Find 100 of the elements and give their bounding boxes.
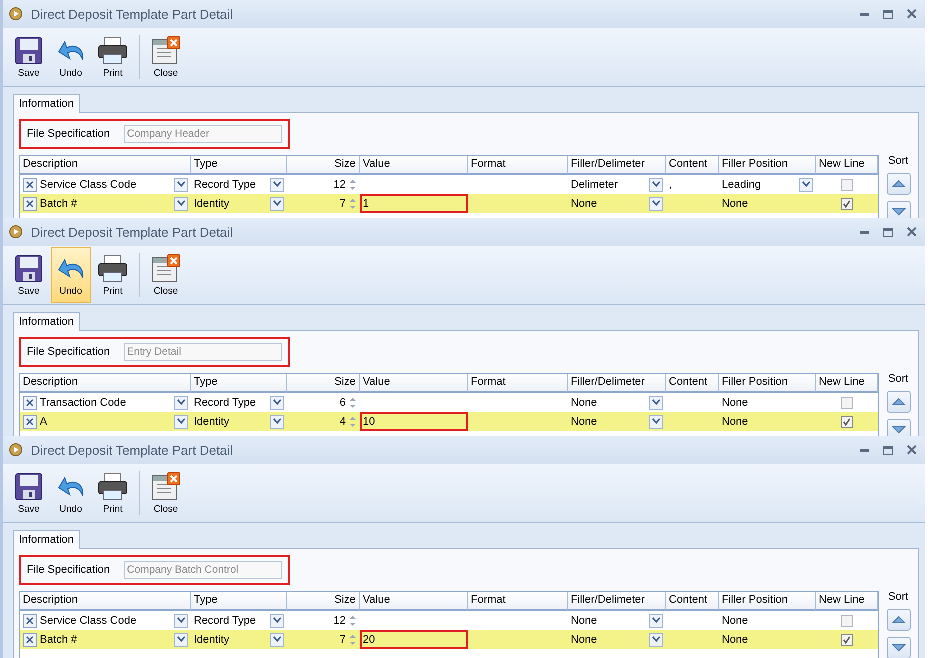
dropdown-button[interactable] (270, 196, 284, 210)
column-header[interactable]: Content (666, 156, 719, 175)
undo-button[interactable]: Undo (51, 247, 91, 303)
save-button[interactable]: Save (9, 29, 49, 85)
table-cell[interactable]: Identity (191, 194, 287, 213)
table-cell[interactable]: Record Type (191, 611, 287, 630)
column-header[interactable]: New Line (816, 374, 878, 393)
table-cell[interactable]: Record Type (191, 175, 287, 194)
move-up-button[interactable] (886, 609, 910, 631)
table-cell[interactable]: Batch # (20, 630, 191, 649)
table-cell[interactable]: 4 (287, 412, 360, 431)
column-header[interactable]: Format (468, 592, 568, 611)
close-button[interactable]: Close (146, 247, 186, 303)
dropdown-button[interactable] (174, 396, 188, 410)
column-header[interactable]: Filler Position (719, 592, 816, 611)
dropdown-button[interactable] (270, 178, 284, 192)
dropdown-button[interactable] (799, 178, 813, 192)
table-cell[interactable]: Service Class Code (20, 175, 191, 194)
column-header[interactable]: Content (666, 374, 719, 393)
table-cell[interactable]: 7 (287, 630, 360, 649)
table-cell[interactable]: 7 (287, 194, 360, 213)
print-button[interactable]: Print (93, 247, 133, 303)
table-cell[interactable]: None (719, 194, 816, 213)
dropdown-button[interactable] (174, 178, 188, 192)
move-up-button[interactable] (886, 391, 910, 413)
minimize-icon[interactable] (860, 230, 869, 234)
save-button[interactable]: Save (9, 247, 49, 303)
column-header[interactable]: New Line (816, 156, 878, 175)
table-cell[interactable]: Record Type (191, 393, 287, 412)
table-cell[interactable]: Service Class Code (20, 611, 191, 630)
maximize-icon[interactable] (883, 446, 893, 454)
undo-button[interactable]: Undo (51, 29, 91, 85)
column-header[interactable]: Type (191, 592, 287, 611)
minimize-icon[interactable] (860, 448, 869, 452)
save-button[interactable]: Save (9, 465, 49, 521)
dropdown-button[interactable] (174, 614, 188, 628)
column-header[interactable]: Format (468, 374, 568, 393)
table-cell[interactable]: None (719, 630, 816, 649)
table-cell[interactable]: None (568, 194, 666, 213)
checkbox[interactable] (841, 416, 853, 428)
column-header[interactable]: New Line (816, 592, 878, 611)
checkbox[interactable] (841, 396, 853, 408)
column-header[interactable]: Description (20, 592, 191, 611)
column-header[interactable]: Content (666, 592, 719, 611)
delete-button[interactable] (23, 614, 37, 628)
print-button[interactable]: Print (93, 29, 133, 85)
table-cell[interactable]: 10 (360, 412, 468, 431)
column-header[interactable]: Value (360, 374, 468, 393)
checkbox[interactable] (841, 634, 853, 646)
checkbox[interactable] (841, 614, 853, 626)
close-icon[interactable] (907, 227, 917, 237)
print-button[interactable]: Print (93, 465, 133, 521)
close-icon[interactable] (907, 9, 917, 19)
table-cell[interactable]: None (719, 393, 816, 412)
dropdown-button[interactable] (270, 396, 284, 410)
table-cell[interactable]: A (20, 412, 191, 431)
table-cell[interactable]: None (719, 611, 816, 630)
checkbox[interactable] (841, 178, 853, 190)
table-row[interactable]: A Identity 4 10 None None (20, 412, 878, 431)
move-down-button[interactable] (886, 419, 910, 436)
tab[interactable]: Information (13, 530, 80, 549)
tab[interactable]: Information (13, 312, 80, 331)
maximize-icon[interactable] (883, 228, 893, 236)
dropdown-button[interactable] (649, 632, 663, 646)
delete-button[interactable] (23, 196, 37, 210)
table-cell[interactable]: None (568, 412, 666, 431)
dropdown-button[interactable] (174, 414, 188, 428)
table-cell[interactable]: 12 (287, 175, 360, 194)
column-header[interactable]: Value (360, 156, 468, 175)
delete-button[interactable] (23, 414, 37, 428)
move-down-button[interactable] (886, 201, 910, 218)
column-header[interactable]: Description (20, 156, 191, 175)
column-header[interactable]: Filler Position (719, 374, 816, 393)
table-cell[interactable]: None (568, 630, 666, 649)
column-header[interactable]: Filler/Delimeter (568, 374, 666, 393)
column-header[interactable]: Size (287, 374, 360, 393)
table-cell[interactable]: 12 (287, 611, 360, 630)
close-button[interactable]: Close (146, 465, 186, 521)
column-header[interactable]: Filler/Delimeter (568, 592, 666, 611)
dropdown-button[interactable] (270, 414, 284, 428)
column-header[interactable]: Filler/Delimeter (568, 156, 666, 175)
column-header[interactable]: Filler Position (719, 156, 816, 175)
maximize-icon[interactable] (883, 10, 893, 18)
column-header[interactable]: Type (191, 156, 287, 175)
table-cell[interactable]: Identity (191, 630, 287, 649)
column-header[interactable]: Value (360, 592, 468, 611)
dropdown-button[interactable] (649, 196, 663, 210)
column-header[interactable]: Format (468, 156, 568, 175)
table-cell[interactable]: 1 (360, 194, 468, 213)
delete-button[interactable] (23, 396, 37, 410)
table-cell[interactable]: 6 (287, 393, 360, 412)
close-icon[interactable] (907, 445, 917, 455)
dropdown-button[interactable] (270, 614, 284, 628)
move-up-button[interactable] (886, 173, 910, 195)
dropdown-button[interactable] (174, 632, 188, 646)
table-cell[interactable]: Delimeter (568, 175, 666, 194)
delete-button[interactable] (23, 632, 37, 646)
dropdown-button[interactable] (649, 614, 663, 628)
table-cell[interactable]: Identity (191, 412, 287, 431)
tab[interactable]: Information (13, 94, 80, 113)
